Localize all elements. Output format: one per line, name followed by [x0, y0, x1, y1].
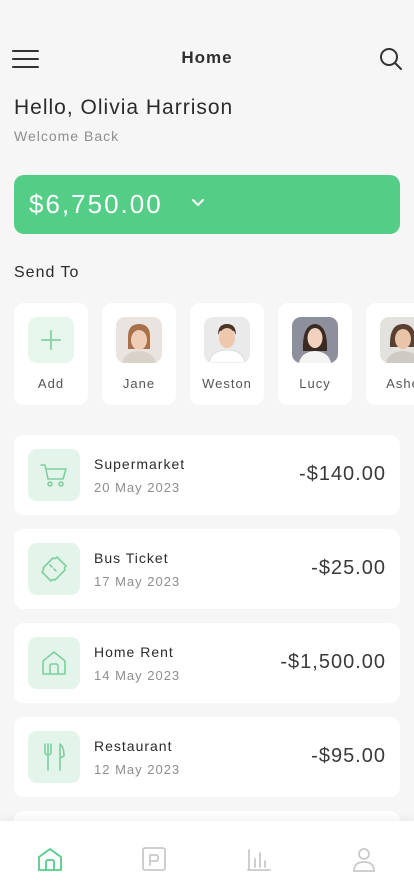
welcome-subtitle: Welcome Back — [14, 128, 120, 144]
transaction-name: Supermarket — [94, 456, 186, 472]
contact-name: Ashe — [386, 376, 414, 391]
avatar — [380, 317, 414, 363]
transaction-amount: -$25.00 — [311, 557, 386, 579]
top-bar: Home — [0, 40, 414, 76]
transaction-item[interactable]: Restaurant 12 May 2023 -$95.00 — [14, 717, 400, 797]
page-title: Home — [181, 48, 233, 67]
transaction-item[interactable]: Supermarket 20 May 2023 -$140.00 — [14, 435, 400, 515]
transaction-date: 12 May 2023 — [94, 762, 181, 777]
contact-name: Lucy — [299, 376, 331, 391]
transaction-date: 20 May 2023 — [94, 480, 181, 495]
fork-knife-icon — [28, 731, 80, 783]
transaction-amount: -$95.00 — [311, 745, 386, 767]
balance-card[interactable]: $6,750.00 — [14, 175, 400, 234]
contact-name: Weston — [202, 376, 252, 391]
transaction-name: Bus Ticket — [94, 550, 169, 566]
transaction-item[interactable]: Home Rent 14 May 2023 -$1,500.00 — [14, 623, 400, 703]
home-icon[interactable] — [36, 845, 64, 873]
avatar — [204, 317, 250, 363]
transaction-item[interactable]: Bus Ticket 17 May 2023 -$25.00 — [14, 529, 400, 609]
contact-lucy[interactable]: Lucy — [278, 303, 352, 405]
transaction-name: Restaurant — [94, 738, 173, 754]
search-icon[interactable] — [378, 46, 404, 72]
add-label: Add — [37, 376, 65, 391]
transaction-amount: -$1,500.00 — [280, 651, 386, 673]
transaction-amount: -$140.00 — [299, 463, 386, 485]
transaction-name: Home Rent — [94, 644, 174, 660]
bar-chart-icon[interactable] — [245, 845, 273, 873]
avatar — [116, 317, 162, 363]
contacts-row: Add Jane Weston Lucy Ashe — [14, 303, 414, 405]
plus-icon — [28, 317, 74, 363]
avatar — [292, 317, 338, 363]
transaction-date: 17 May 2023 — [94, 574, 181, 589]
bottom-navigation — [0, 821, 414, 896]
contact-jane[interactable]: Jane — [102, 303, 176, 405]
balance-amount: $6,750.00 — [29, 189, 163, 219]
contact-weston[interactable]: Weston — [190, 303, 264, 405]
contact-ashe[interactable]: Ashe — [366, 303, 414, 405]
send-to-heading: Send To — [14, 264, 80, 281]
transaction-date: 14 May 2023 — [94, 668, 181, 683]
shopping-cart-icon — [28, 449, 80, 501]
greeting-title: Hello, Olivia Harrison — [14, 96, 234, 119]
wallet-icon[interactable] — [140, 845, 168, 873]
contact-name: Jane — [122, 376, 156, 391]
add-contact-button[interactable]: Add — [14, 303, 88, 405]
ticket-icon — [28, 543, 80, 595]
user-icon[interactable] — [350, 845, 378, 873]
house-icon — [28, 637, 80, 689]
chevron-down-icon[interactable] — [190, 195, 206, 211]
